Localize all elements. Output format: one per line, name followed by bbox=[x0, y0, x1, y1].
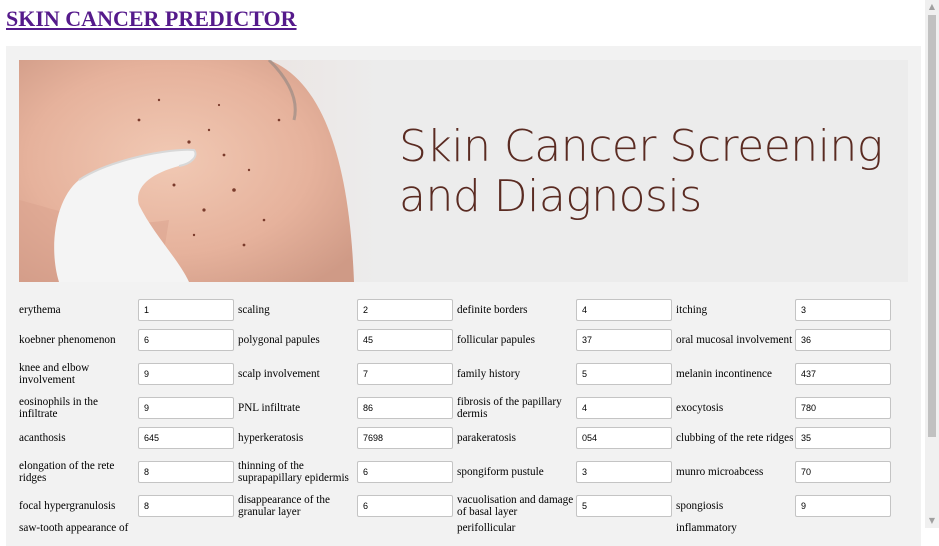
field-label: follicular papules bbox=[457, 334, 535, 346]
banner-heading-line1: Skin Cancer Screening bbox=[399, 121, 883, 172]
field-input[interactable] bbox=[795, 427, 891, 449]
field-label: scaling bbox=[238, 304, 270, 316]
vertical-scrollbar[interactable]: ▲ ▼ bbox=[925, 0, 939, 528]
field-input[interactable] bbox=[357, 329, 453, 351]
scroll-down-arrow-icon[interactable]: ▼ bbox=[925, 514, 939, 528]
field-input[interactable] bbox=[138, 363, 234, 385]
field-label: exocytosis bbox=[676, 402, 724, 414]
banner-photo bbox=[19, 60, 379, 282]
field-label: spongiform pustule bbox=[457, 466, 544, 478]
field-input[interactable] bbox=[795, 363, 891, 385]
field-input[interactable] bbox=[576, 363, 672, 385]
field-label: vacuolisation and damage of basal layer bbox=[457, 494, 574, 518]
field-input[interactable] bbox=[138, 329, 234, 351]
field-input[interactable] bbox=[795, 299, 891, 321]
field-input[interactable] bbox=[576, 397, 672, 419]
banner-heading-line2: and Diagnosis bbox=[399, 171, 702, 222]
field-label: focal hypergranulosis bbox=[19, 500, 116, 512]
field-input[interactable] bbox=[357, 461, 453, 483]
field-input[interactable] bbox=[576, 329, 672, 351]
field-label: munro microabcess bbox=[676, 466, 764, 478]
field-input[interactable] bbox=[576, 495, 672, 517]
banner: Skin Cancer Screening and Diagnosis bbox=[19, 60, 908, 282]
field-label: clubbing of the rete ridges bbox=[676, 432, 794, 444]
field-input[interactable] bbox=[138, 461, 234, 483]
field-input[interactable] bbox=[357, 495, 453, 517]
field-label: disappearance of the granular layer bbox=[238, 494, 330, 518]
field-label: saw-tooth appearance of bbox=[19, 522, 129, 534]
field-label: parakeratosis bbox=[457, 432, 517, 444]
field-input[interactable] bbox=[138, 397, 234, 419]
field-input[interactable] bbox=[357, 427, 453, 449]
field-input[interactable] bbox=[138, 299, 234, 321]
field-label: thinning of the suprapapillary epidermis bbox=[238, 460, 349, 484]
field-label: oral mucosal involvement bbox=[676, 334, 793, 346]
field-input[interactable] bbox=[357, 397, 453, 419]
field-input[interactable] bbox=[795, 397, 891, 419]
banner-heading: Skin Cancer Screening and Diagnosis bbox=[399, 122, 899, 222]
field-label: inflammatory bbox=[676, 522, 737, 534]
field-label: family history bbox=[457, 368, 521, 380]
field-label: knee and elbow involvement bbox=[19, 362, 90, 386]
field-label: melanin incontinence bbox=[676, 368, 772, 380]
field-label: spongiosis bbox=[676, 500, 724, 512]
field-label: hyperkeratosis bbox=[238, 432, 304, 444]
field-input[interactable] bbox=[795, 495, 891, 517]
field-label: eosinophils in the infiltrate bbox=[19, 396, 98, 420]
field-label: erythema bbox=[19, 304, 61, 316]
page-title[interactable]: SKIN CANCER PREDICTOR bbox=[6, 4, 297, 34]
field-input[interactable] bbox=[795, 329, 891, 351]
field-label: definite borders bbox=[457, 304, 528, 316]
field-label: perifollicular bbox=[457, 522, 516, 534]
field-label: fibrosis of the papillary dermis bbox=[457, 396, 562, 420]
field-input[interactable] bbox=[138, 495, 234, 517]
field-input[interactable] bbox=[795, 461, 891, 483]
field-input[interactable] bbox=[576, 461, 672, 483]
scroll-up-arrow-icon[interactable]: ▲ bbox=[925, 0, 939, 14]
field-label: elongation of the rete ridges bbox=[19, 460, 115, 484]
field-input[interactable] bbox=[138, 427, 234, 449]
field-label: polygonal papules bbox=[238, 334, 320, 346]
field-label: koebner phenomenon bbox=[19, 334, 116, 346]
field-input[interactable] bbox=[576, 427, 672, 449]
field-input[interactable] bbox=[357, 363, 453, 385]
field-label: scalp involvement bbox=[238, 368, 320, 380]
field-input[interactable] bbox=[576, 299, 672, 321]
field-label: PNL infiltrate bbox=[238, 402, 301, 414]
field-input[interactable] bbox=[357, 299, 453, 321]
field-label: acanthosis bbox=[19, 432, 66, 444]
field-label: itching bbox=[676, 304, 708, 316]
scroll-thumb[interactable] bbox=[928, 15, 936, 437]
